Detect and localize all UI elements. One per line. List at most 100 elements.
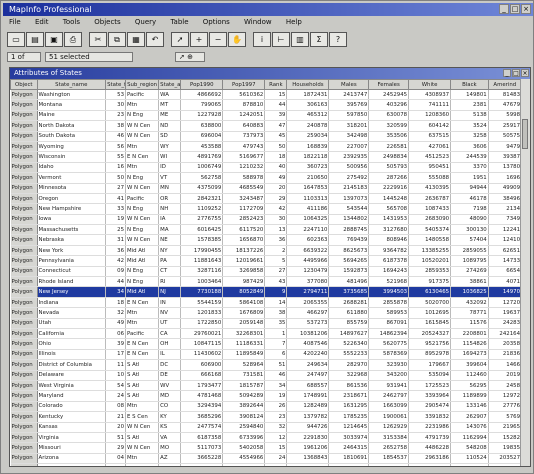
table-cell[interactable]: 8952978: [408, 349, 452, 361]
table-cell[interactable]: 597850: [328, 110, 370, 122]
table-cell[interactable]: 5405374: [408, 224, 452, 236]
table-cell[interactable]: Utah: [37, 318, 107, 330]
table-cell[interactable]: ID: [158, 162, 182, 174]
table-cell[interactable]: 1: [264, 328, 288, 340]
table-cell[interactable]: 562758: [180, 172, 224, 184]
table-cell[interactable]: 5138: [450, 110, 489, 122]
table-cell[interactable]: 2594840: [222, 422, 266, 433]
table-cell[interactable]: 38: [105, 120, 126, 132]
table-cell[interactable]: DC: [158, 359, 182, 371]
table-cell[interactable]: W N Cen: [125, 442, 160, 454]
table-cell[interactable]: SD: [158, 131, 182, 142]
table-cell[interactable]: 10520201: [408, 255, 452, 267]
table-cell[interactable]: 30: [105, 99, 126, 111]
table-cell[interactable]: 4495966: [286, 255, 330, 267]
table-cell[interactable]: 3243487: [222, 193, 266, 205]
ruler-icon[interactable]: ⊢: [272, 31, 290, 47]
table-cell[interactable]: 11576: [450, 318, 489, 330]
table-cell[interactable]: 2145183: [328, 183, 370, 194]
table-cell[interactable]: 78771: [450, 307, 489, 319]
table-cell[interactable]: 11186331: [222, 338, 266, 350]
table-cell[interactable]: 143076: [450, 422, 489, 433]
table-cell[interactable]: 2229916: [368, 183, 410, 194]
row-object-cell[interactable]: Polygon: [10, 442, 38, 454]
table-cell[interactable]: N Eng: [125, 203, 160, 215]
table-cell[interactable]: Idaho: [37, 162, 107, 174]
table-cell[interactable]: 2963186: [408, 453, 452, 465]
table-cell[interactable]: 20: [264, 183, 288, 194]
table-cell[interactable]: N Eng: [125, 110, 160, 122]
table-cell[interactable]: 611880: [328, 307, 370, 319]
table-cell[interactable]: DE: [158, 370, 182, 381]
table-cell[interactable]: 3269858: [222, 266, 266, 278]
table-cell[interactable]: 2134: [488, 203, 523, 215]
scrollbar-thumb[interactable]: [522, 119, 528, 149]
cut-icon[interactable]: ✂: [89, 31, 107, 47]
table-cell[interactable]: 2464315: [328, 442, 370, 454]
print-icon[interactable]: ⎙: [64, 31, 82, 47]
table-row[interactable]: Polygon Nebraska 31 W N Cen NE 1578385 1656870…: [10, 234, 523, 246]
table-cell[interactable]: New York: [37, 245, 107, 257]
table-cell[interactable]: 14970: [488, 286, 523, 298]
table-cell[interactable]: 466297: [286, 307, 330, 319]
table-cell[interactable]: E S Cen: [125, 411, 160, 423]
table-cell[interactable]: NE: [158, 234, 182, 246]
table-cell[interactable]: 403296: [368, 99, 410, 111]
table-cell[interactable]: 46: [264, 370, 288, 381]
menu-window[interactable]: Window: [244, 17, 272, 28]
table-cell[interactable]: Mid Atl: [125, 255, 160, 267]
table-cell[interactable]: 2683090: [408, 214, 452, 226]
menu-tools[interactable]: Tools: [63, 17, 80, 28]
table-cell[interactable]: 3127680: [368, 224, 410, 236]
table-cell[interactable]: 944726: [286, 422, 330, 433]
table-cell[interactable]: 40: [105, 463, 126, 466]
table-row[interactable]: Polygon Pennsylvania 42 Mid Atl PA 11881643 12…: [10, 255, 523, 267]
row-object-cell[interactable]: Polygon: [10, 245, 38, 257]
table-cell[interactable]: 1854537: [368, 453, 410, 465]
table-cell[interactable]: 23: [264, 411, 288, 423]
row-object-cell[interactable]: Polygon: [10, 411, 38, 423]
table-cell[interactable]: 32: [264, 422, 288, 433]
table-cell[interactable]: 43: [264, 276, 288, 288]
cursor-tools[interactable]: ➚ ⊕: [175, 52, 205, 62]
table-cell[interactable]: 4130395: [408, 183, 452, 194]
row-object-cell[interactable]: Polygon: [10, 401, 38, 413]
table-cell[interactable]: 5: [264, 255, 288, 267]
table-cell[interactable]: 453588: [180, 141, 224, 153]
table-cell[interactable]: 322968: [328, 370, 370, 381]
table-cell[interactable]: 555088: [408, 172, 452, 184]
table-cell[interactable]: 5020700: [408, 297, 452, 309]
table-cell[interactable]: 589953: [368, 307, 410, 319]
table-cell[interactable]: 6117520: [222, 224, 266, 236]
table-cell[interactable]: 210650: [286, 172, 330, 184]
table-cell[interactable]: 5998: [488, 110, 523, 122]
table-cell[interactable]: 1694243: [368, 266, 410, 278]
table-cell[interactable]: 4486228: [408, 442, 452, 454]
table-row[interactable]: Polygon Illinois 17 E N Cen IL 11430602 118958…: [10, 349, 523, 361]
table-cell[interactable]: 9364782: [368, 245, 410, 257]
row-object-cell[interactable]: Polygon: [10, 328, 38, 340]
column-header[interactable]: Pop1990: [180, 79, 224, 90]
table-cell[interactable]: 7198: [450, 203, 489, 215]
table-cell[interactable]: 5094289: [222, 390, 266, 402]
column-header[interactable]: State_abbr: [158, 79, 182, 90]
row-object-cell[interactable]: Polygon: [10, 266, 38, 278]
table-cell[interactable]: 377080: [286, 276, 330, 288]
table-cell[interactable]: CA: [158, 328, 182, 340]
table-row[interactable]: Polygon Connecticut 09 N Eng CT 3287116 326985…: [10, 266, 523, 278]
table-cell[interactable]: 29: [264, 193, 288, 205]
table-cell[interactable]: 1663099: [368, 401, 410, 413]
column-header[interactable]: Pop1997: [222, 79, 266, 90]
table-cell[interactable]: 06: [105, 328, 126, 340]
row-object-cell[interactable]: Polygon: [10, 318, 38, 330]
menu-options[interactable]: Options: [203, 17, 230, 28]
table-cell[interactable]: 29760021: [180, 328, 224, 340]
table-cell[interactable]: 13780: [488, 162, 523, 174]
table-cell[interactable]: 1109252: [180, 203, 224, 215]
table-cell[interactable]: 7730188: [180, 286, 224, 298]
table-row[interactable]: Polygon Maine 23 N Eng ME 1227928 1242051 39 465…: [10, 110, 523, 122]
table-cell[interactable]: Oklahoma: [37, 463, 107, 466]
table-cell[interactable]: 2392935: [328, 151, 370, 163]
table-cell[interactable]: 637515: [408, 131, 452, 142]
table-cell[interactable]: 08: [105, 401, 126, 413]
